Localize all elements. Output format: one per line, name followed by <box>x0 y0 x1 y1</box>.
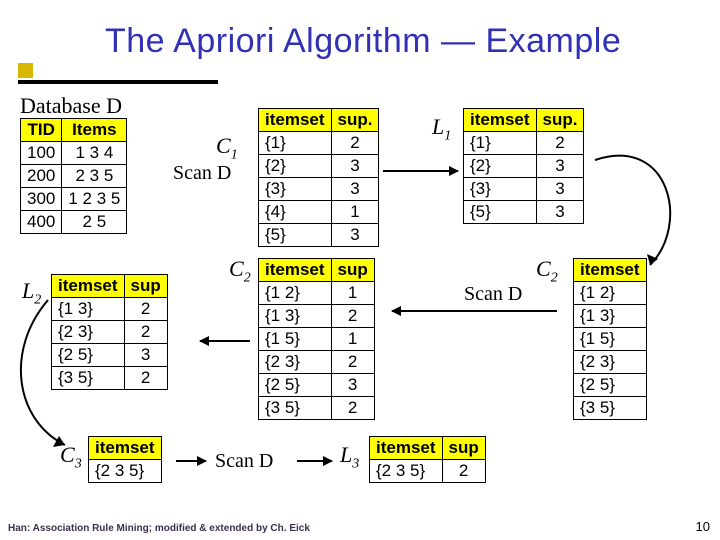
title-underline <box>18 80 218 84</box>
table-c2-itemsets: itemset{1 2}{1 3}{1 5}{2 3}{2 5}{3 5} <box>573 258 647 420</box>
slide-title: The Apriori Algorithm — Example <box>105 22 621 61</box>
table-c2-support: itemsetsup{1 2}1{1 3}2{1 5}1{2 3}2{2 5}3… <box>258 258 375 420</box>
arrow-l1-to-c2b <box>590 115 700 275</box>
table-l3: itemsetsup{2 3 5}2 <box>369 436 486 483</box>
table-c1: itemsetsup.{1}2{2}3{3}3{4}1{5}3 <box>258 108 379 247</box>
label-scan-d-2: Scan D <box>464 283 522 306</box>
arrow-l2-to-c3 <box>10 290 80 460</box>
arrow-scan-to-l3 <box>297 460 332 462</box>
arrow-c2b-to-c2a <box>392 310 557 312</box>
arrow-c3-to-scan <box>176 460 206 462</box>
label-l1: L1 <box>432 114 451 144</box>
table-l1: itemsetsup.{1}2{2}3{3}3{5}3 <box>463 108 584 224</box>
label-c1: C1 <box>216 133 238 163</box>
label-scan-d-3: Scan D <box>215 450 273 473</box>
slide: The Apriori Algorithm — Example Database… <box>0 0 720 540</box>
table-c3: itemset{2 3 5} <box>88 436 162 483</box>
label-l3: L3 <box>340 442 359 472</box>
arrow-c1-to-l1 <box>383 170 458 172</box>
page-number: 10 <box>696 519 710 534</box>
label-c2a: C2 <box>229 256 251 286</box>
label-scan-d-1: Scan D <box>173 162 231 185</box>
accent-square <box>18 63 33 78</box>
label-c2b: C2 <box>536 256 558 286</box>
table-database-d: TIDItems1001 3 42002 3 53001 2 3 54002 5 <box>20 118 127 234</box>
label-database-d: Database D <box>20 93 122 119</box>
arrow-c2a-to-l2 <box>200 340 250 342</box>
footer-text: Han: Association Rule Mining; modified &… <box>8 523 310 534</box>
